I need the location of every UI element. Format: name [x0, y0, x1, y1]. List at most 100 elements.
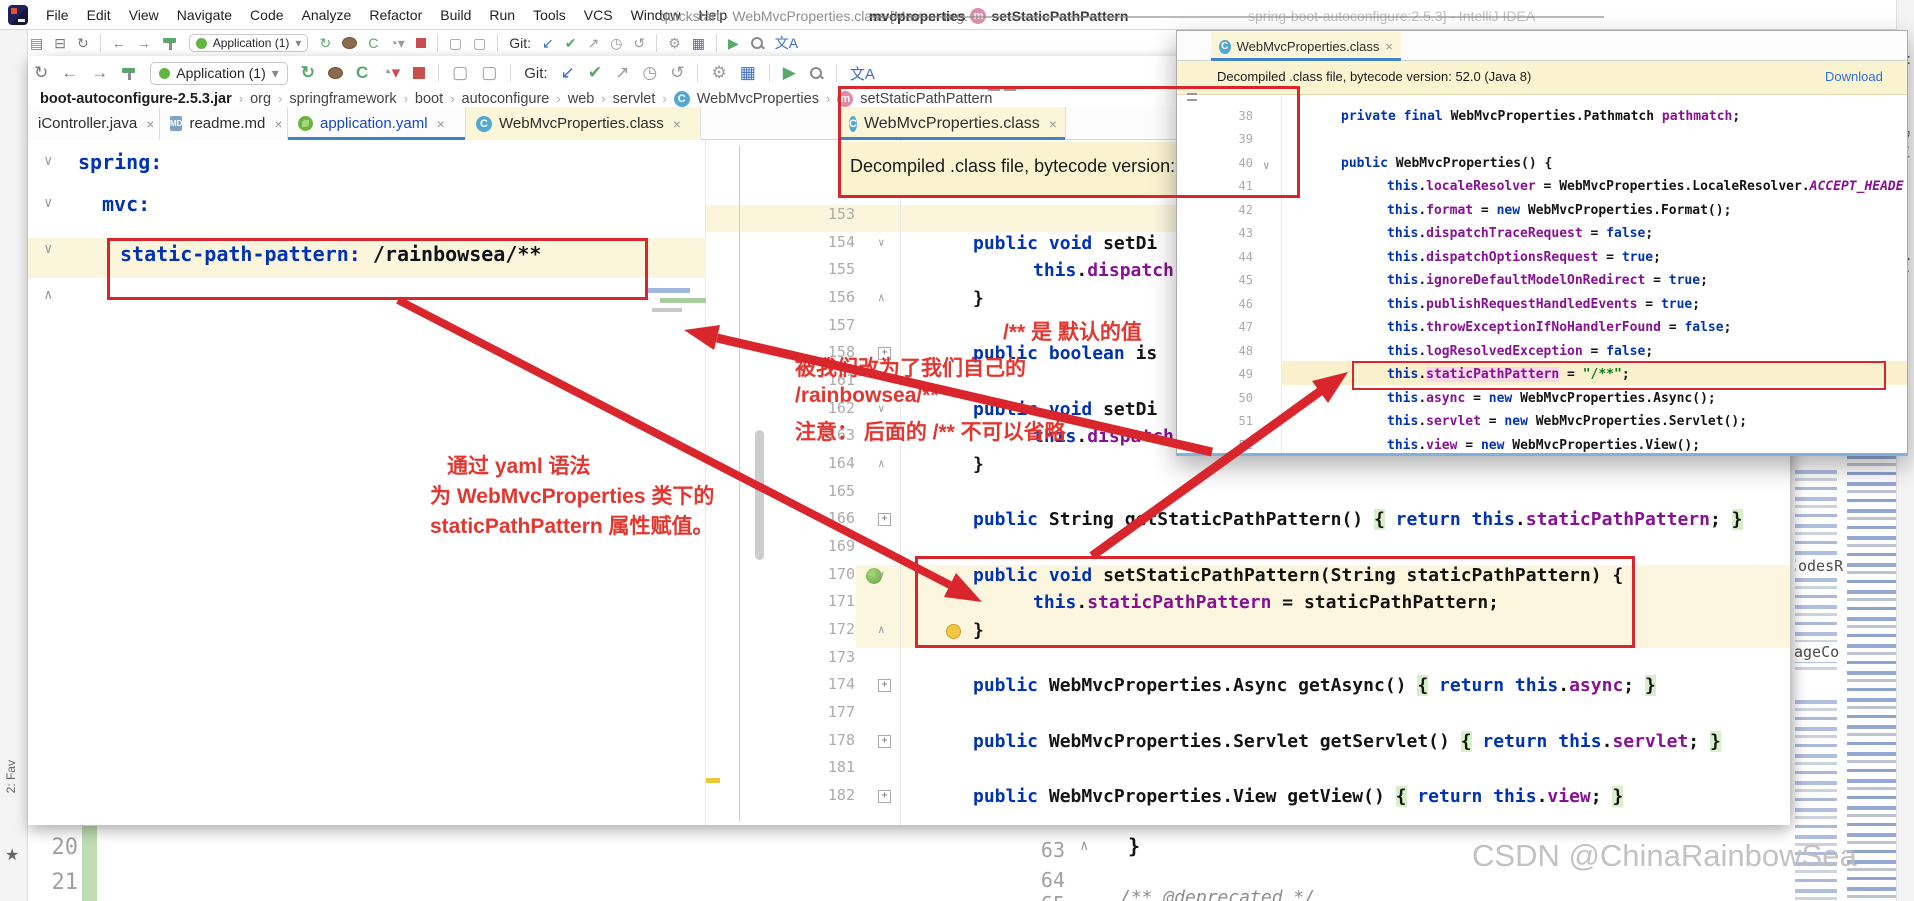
line-number[interactable]: 153 — [785, 205, 855, 223]
run-icon[interactable]: ↻ — [301, 63, 315, 83]
translate-icon[interactable]: 文A — [775, 33, 798, 53]
save-icon[interactable]: ⊟ — [54, 35, 66, 52]
class-line-number-63[interactable]: 63 — [1005, 838, 1065, 862]
code-line[interactable]: this.dispatchOptionsRequest = true; — [1387, 250, 1661, 265]
menu-analyze[interactable]: Analyze — [302, 7, 352, 23]
back-icon[interactable]: ← — [112, 35, 126, 51]
line-number[interactable]: 156 — [785, 288, 855, 306]
run-anything-icon[interactable]: ▶ — [728, 35, 739, 52]
line-number[interactable]: 42 — [1213, 203, 1253, 217]
code-line[interactable]: } — [973, 454, 984, 475]
open-icon[interactable]: ▤ — [30, 35, 43, 52]
class-line-number-65[interactable]: 65 — [1005, 892, 1065, 901]
coverage-icon[interactable]: C — [368, 35, 378, 51]
line-number[interactable]: 178 — [785, 731, 855, 749]
code-line[interactable]: public WebMvcProperties.Async getAsync()… — [973, 675, 1656, 696]
line-number[interactable]: 46 — [1213, 297, 1253, 311]
code-line[interactable]: this.logResolvedException = false; — [1387, 344, 1653, 359]
search-icon[interactable] — [750, 36, 764, 50]
build-hammer-icon[interactable] — [121, 66, 137, 80]
git-push-icon[interactable]: ↗ — [588, 35, 600, 52]
line-number[interactable]: 166 — [785, 509, 855, 527]
favorites-tool-button[interactable]: 2: Fav — [4, 760, 18, 793]
fold-icon[interactable]: ∨ — [44, 156, 52, 167]
line-number[interactable]: 47 — [1213, 320, 1253, 334]
code-line[interactable]: this.format = new WebMvcProperties.Forma… — [1387, 203, 1731, 218]
line-number[interactable]: 157 — [785, 316, 855, 334]
menu-file[interactable]: File — [46, 7, 69, 23]
code-line[interactable]: this.dispatch — [1033, 260, 1174, 281]
menu-build[interactable]: Build — [440, 7, 471, 23]
settings-icon[interactable]: ⚙ — [668, 35, 681, 52]
history-icon[interactable]: ◷ — [610, 35, 622, 52]
code-comment[interactable]: /** @deprecated */ — [1120, 887, 1315, 901]
fold-icon[interactable]: ∨ — [878, 569, 885, 580]
breadcrumb-servlet[interactable]: servlet — [613, 91, 656, 107]
close-icon[interactable]: × — [1385, 39, 1393, 54]
code-line[interactable]: public WebMvcProperties.Servlet getServl… — [973, 731, 1721, 752]
run-config-combo[interactable]: Application (1)▾ — [189, 34, 309, 52]
line-number[interactable]: 177 — [785, 703, 855, 721]
tab-webmvcproperties-class[interactable]: C WebMvcProperties.class× — [466, 107, 701, 140]
translate-icon[interactable]: 文A — [850, 63, 875, 84]
debug-icon[interactable] — [328, 67, 343, 79]
menu-code[interactable]: Code — [250, 7, 283, 23]
line-number[interactable]: 172 — [785, 620, 855, 638]
yaml-line-number-21[interactable]: 21 — [48, 870, 78, 895]
project-structure-icon[interactable]: ▦ — [692, 35, 705, 52]
yaml-line-mvc[interactable]: mvc: — [102, 192, 150, 216]
fold-icon[interactable]: + — [878, 735, 891, 748]
stop-icon[interactable] — [413, 67, 425, 79]
code-line[interactable]: public void setDi — [973, 233, 1157, 254]
code-line[interactable]: } — [1128, 834, 1140, 858]
code-line[interactable]: public WebMvcProperties.View getView() {… — [973, 786, 1623, 807]
code-line[interactable]: this.view = new WebMvcProperties.View(); — [1387, 438, 1700, 453]
menu-edit[interactable]: Edit — [87, 7, 111, 23]
line-number[interactable]: 169 — [785, 537, 855, 555]
scrollbar-thumb[interactable] — [755, 430, 764, 560]
code-line[interactable]: this.localeResolver = WebMvcProperties.L… — [1387, 179, 1904, 194]
coverage-icon[interactable]: C — [356, 63, 368, 83]
fold-icon[interactable]: ∧ — [878, 624, 885, 635]
line-number[interactable]: 174 — [785, 675, 855, 693]
line-number[interactable]: 171 — [785, 592, 855, 610]
fold-icon[interactable]: + — [878, 513, 891, 526]
code-line[interactable]: } — [973, 288, 984, 309]
tab-application-yaml[interactable]: application.yaml× — [288, 107, 466, 140]
breadcrumb-autoconfigure[interactable]: autoconfigure — [462, 91, 550, 107]
breadcrumb-class[interactable]: WebMvcProperties — [697, 91, 819, 107]
fold-icon[interactable]: + — [878, 679, 891, 692]
breadcrumb-springframework[interactable]: springframework — [289, 91, 396, 107]
git-push-icon[interactable]: ↗ — [615, 63, 629, 83]
yaml-line-number-20[interactable]: 20 — [48, 835, 78, 860]
code-line[interactable]: this.dispatchTraceRequest = false; — [1387, 226, 1653, 241]
code-line[interactable]: this.async = new WebMvcProperties.Async(… — [1387, 391, 1716, 406]
code-line[interactable]: this.ignoreDefaultModelOnRedirect = true… — [1387, 273, 1708, 288]
line-number[interactable]: 170 — [785, 565, 855, 583]
git-update-icon[interactable]: ↙ — [561, 63, 575, 83]
fold-icon[interactable]: ∨ — [44, 244, 52, 255]
code-line[interactable]: private final WebMvcProperties.Pathmatch… — [1341, 109, 1740, 124]
git-update-icon[interactable]: ↙ — [542, 35, 554, 52]
menu-vcs[interactable]: VCS — [584, 7, 613, 23]
line-number[interactable]: 182 — [785, 786, 855, 804]
line-number[interactable]: 164 — [785, 454, 855, 472]
rollback-icon[interactable]: ↺ — [670, 63, 684, 83]
forward-icon[interactable]: → — [137, 35, 151, 51]
tab-webmvcproperties-class-float[interactable]: C WebMvcProperties.class × — [1211, 32, 1401, 61]
code-line[interactable]: this.publishRequestHandledEvents = true; — [1387, 297, 1700, 312]
line-number[interactable]: 48 — [1213, 344, 1253, 358]
line-number[interactable]: 155 — [785, 260, 855, 278]
download-link[interactable]: Download — [1825, 69, 1883, 84]
line-number[interactable]: 44 — [1213, 250, 1253, 264]
breadcrumb-org[interactable]: org — [250, 91, 271, 107]
forward-icon[interactable]: → — [91, 63, 108, 83]
tab-hicontroller-java[interactable]: iController.java× — [28, 107, 160, 140]
tab-readme-md[interactable]: MD readme.md× — [160, 107, 288, 140]
close-icon[interactable]: × — [673, 116, 681, 132]
line-number[interactable]: 52 — [1213, 438, 1253, 452]
line-number[interactable]: 173 — [785, 648, 855, 666]
sync-icon[interactable]: ↻ — [77, 35, 89, 52]
settings-icon[interactable]: ⚙ — [711, 63, 726, 83]
menu-refactor[interactable]: Refactor — [369, 7, 422, 23]
